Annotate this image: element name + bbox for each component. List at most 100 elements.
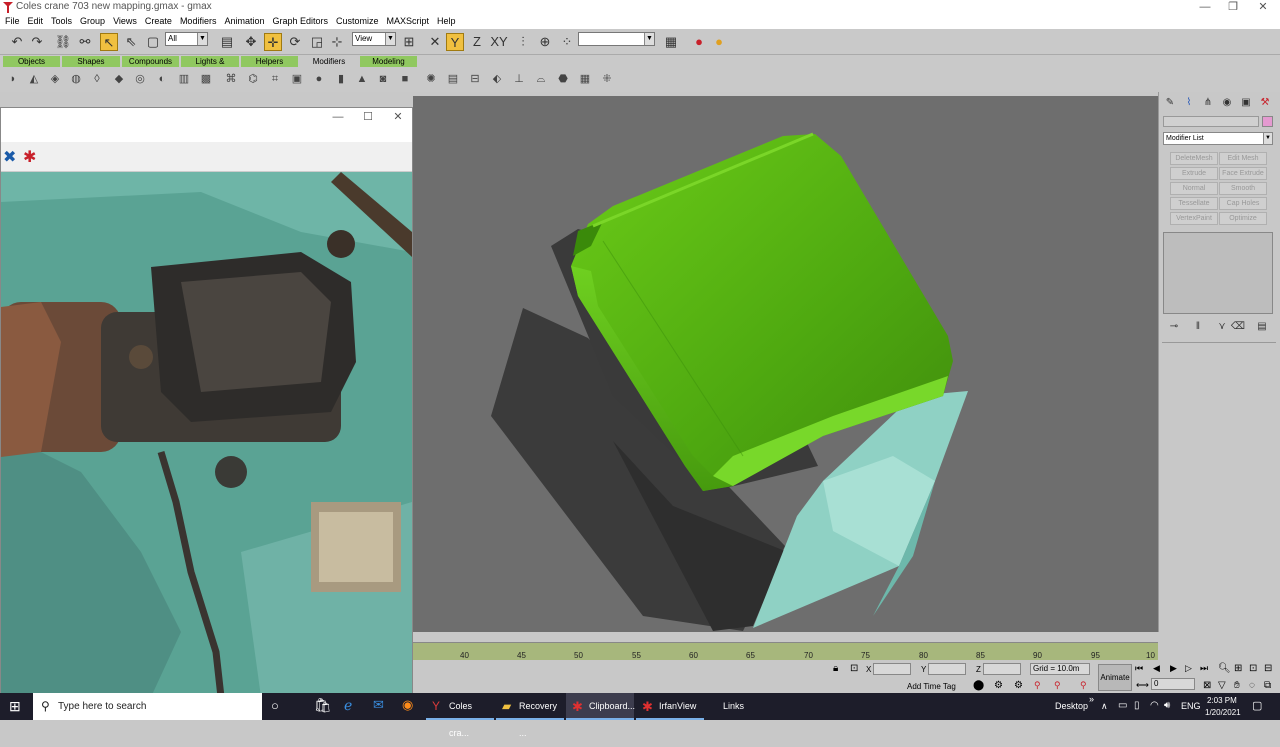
- tab-objects[interactable]: Objects: [3, 56, 60, 67]
- uvw-map-icon[interactable]: ⌘: [224, 72, 238, 86]
- prev-frame-icon[interactable]: ◀: [1153, 663, 1160, 674]
- zoom-all-icon[interactable]: ⊞: [1234, 663, 1242, 674]
- lock-selection-icon[interactable]: 🔒︎: [833, 663, 838, 674]
- rect-region-icon[interactable]: ▢: [144, 33, 162, 51]
- modifier-normal-button[interactable]: Normal: [1170, 182, 1218, 195]
- render-icon[interactable]: ●: [690, 33, 708, 51]
- image-minimize-button[interactable]: —: [323, 110, 353, 125]
- image-close-button[interactable]: ✕: [383, 110, 413, 125]
- angle-snap-icon[interactable]: ⚙: [1014, 680, 1023, 691]
- show-end-result-icon[interactable]: ‖: [1190, 320, 1206, 334]
- object-name-field[interactable]: [1163, 116, 1259, 127]
- relax-icon[interactable]: ▣: [290, 72, 304, 86]
- notifications-icon[interactable]: ▢: [1252, 699, 1262, 712]
- noise-icon[interactable]: ◍: [69, 72, 83, 86]
- taskbar-clipboard[interactable]: ✱ Clipboard...: [566, 693, 635, 720]
- extrude-icon[interactable]: ▤: [446, 72, 460, 86]
- cylinder-icon[interactable]: ▮: [334, 72, 348, 86]
- absolute-mode-icon[interactable]: ⊡: [850, 663, 858, 674]
- tools-icon[interactable]: ✖: [3, 147, 16, 167]
- store-icon[interactable]: 🛍︎: [314, 697, 332, 714]
- select-move-icon[interactable]: ✥: [242, 33, 260, 51]
- tab-modifiers[interactable]: Modifiers: [300, 56, 358, 67]
- x-axis-icon[interactable]: ✕: [426, 33, 444, 51]
- irfanview-icon[interactable]: ✱: [23, 147, 36, 167]
- taskbar-search[interactable]: ⚲ Type here to search: [33, 693, 262, 720]
- move-icon[interactable]: ✛: [264, 33, 282, 51]
- menu-help[interactable]: Help: [437, 15, 456, 29]
- restore-button[interactable]: ❐: [1218, 0, 1248, 15]
- quick-render-icon[interactable]: ●: [710, 33, 728, 51]
- modifier-list-dropdown[interactable]: Modifier List ▼: [1163, 132, 1273, 145]
- align-icon[interactable]: ⊕: [536, 33, 554, 51]
- pan-icon[interactable]: ✋︎: [1234, 680, 1240, 691]
- meshsmooth-icon[interactable]: ⌗: [268, 72, 282, 86]
- modifier-faceextrude-button[interactable]: Face Extrude: [1219, 167, 1267, 180]
- snap-toggle-icon[interactable]: ⚙: [994, 680, 1003, 691]
- image-maximize-button[interactable]: ☐: [353, 110, 383, 125]
- modify-tab-icon[interactable]: ⌇: [1181, 96, 1197, 110]
- configure-modifiers-icon[interactable]: ▤: [1254, 320, 1270, 334]
- skew-icon[interactable]: ◆: [112, 72, 126, 86]
- bend-icon[interactable]: ◗: [6, 72, 20, 86]
- undo-icon[interactable]: ↶: [8, 33, 26, 51]
- modifier-tessellate-button[interactable]: Tessellate: [1170, 197, 1218, 210]
- twist-icon[interactable]: ◈: [48, 72, 62, 86]
- firefox-icon[interactable]: ◉: [402, 697, 413, 713]
- volume-select-icon[interactable]: ⬣: [556, 72, 570, 86]
- taskbar-gmax[interactable]: Y Coles cra...: [426, 693, 494, 738]
- taskbar-time[interactable]: 2:03 PM: [1207, 696, 1237, 705]
- maximize-viewport-icon[interactable]: ⧉: [1264, 680, 1271, 691]
- cone-icon[interactable]: ▲: [355, 72, 369, 86]
- selection-lock-icon[interactable]: ⬤: [973, 680, 984, 691]
- taskbar-recovery[interactable]: ▰ Recovery ...: [496, 693, 564, 738]
- mail-icon[interactable]: ✉: [373, 697, 384, 713]
- key-mode-icon[interactable]: ⚲: [1080, 680, 1087, 691]
- make-unique-icon[interactable]: ⋎: [1214, 320, 1230, 334]
- scale-icon[interactable]: ◲: [308, 33, 326, 51]
- edge-icon[interactable]: ℯ: [344, 697, 352, 714]
- select-object-icon[interactable]: ↖: [100, 33, 118, 51]
- select-by-name-icon[interactable]: ⇖: [122, 33, 140, 51]
- tab-compounds[interactable]: Compounds: [122, 56, 179, 67]
- mirror-icon[interactable]: ⫶: [514, 33, 532, 51]
- play-icon[interactable]: ▶: [1170, 663, 1177, 674]
- menu-customize[interactable]: Customize: [336, 15, 379, 29]
- lathe-icon[interactable]: ⊟: [468, 72, 482, 86]
- cortana-icon[interactable]: ○: [271, 698, 279, 713]
- smooth-icon[interactable]: ⌓: [534, 72, 548, 86]
- sphere-icon[interactable]: ●: [312, 72, 326, 86]
- taskbar-date[interactable]: 1/20/2021: [1205, 708, 1241, 717]
- windows-start-icon[interactable]: ⊞: [9, 698, 21, 715]
- wave-icon[interactable]: ◎: [133, 72, 147, 86]
- bevel-icon[interactable]: ⬖: [490, 72, 504, 86]
- named-selection-dropdown[interactable]: ▼: [578, 32, 655, 46]
- modifier-capholes-button[interactable]: Cap Holes: [1219, 197, 1267, 210]
- rotate-icon[interactable]: ⟳: [286, 33, 304, 51]
- pin-stack-icon[interactable]: ⊸: [1166, 320, 1182, 334]
- ripple-icon[interactable]: ◐: [155, 72, 169, 86]
- goto-start-icon[interactable]: ⏮: [1135, 663, 1143, 674]
- animate-button[interactable]: Animate: [1098, 664, 1132, 691]
- spacing-icon[interactable]: ⁘: [558, 33, 576, 51]
- x-coord-field[interactable]: [873, 663, 911, 675]
- menu-create[interactable]: Create: [145, 15, 172, 29]
- image-viewer-window[interactable]: — ☐ ✕ ✖ ✱: [0, 107, 413, 697]
- battery-icon[interactable]: ▯: [1134, 700, 1140, 711]
- zoom-extents-icon[interactable]: ⊡: [1249, 663, 1257, 674]
- menu-views[interactable]: Views: [113, 15, 137, 29]
- tab-shapes[interactable]: Shapes: [62, 56, 120, 67]
- current-frame-field[interactable]: 0: [1151, 678, 1195, 690]
- modifier-editmesh-button[interactable]: Edit Mesh: [1219, 152, 1267, 165]
- y-axis-icon[interactable]: Y: [446, 33, 464, 51]
- zoom-extents-all-icon[interactable]: ⊟: [1264, 663, 1272, 674]
- motion-tab-icon[interactable]: ◉: [1219, 96, 1235, 110]
- taskbar-irfanview[interactable]: ✱ IrfanView: [636, 693, 704, 720]
- goto-end-icon[interactable]: ⏭: [1200, 663, 1208, 674]
- menu-animation[interactable]: Animation: [224, 15, 264, 29]
- edit-patch-icon[interactable]: ⁜: [600, 72, 614, 86]
- language-indicator[interactable]: ENG: [1181, 693, 1201, 720]
- modifier-optimize-button[interactable]: Optimize: [1219, 212, 1267, 225]
- tab-helpers[interactable]: Helpers: [241, 56, 298, 67]
- menu-file[interactable]: File: [5, 15, 20, 29]
